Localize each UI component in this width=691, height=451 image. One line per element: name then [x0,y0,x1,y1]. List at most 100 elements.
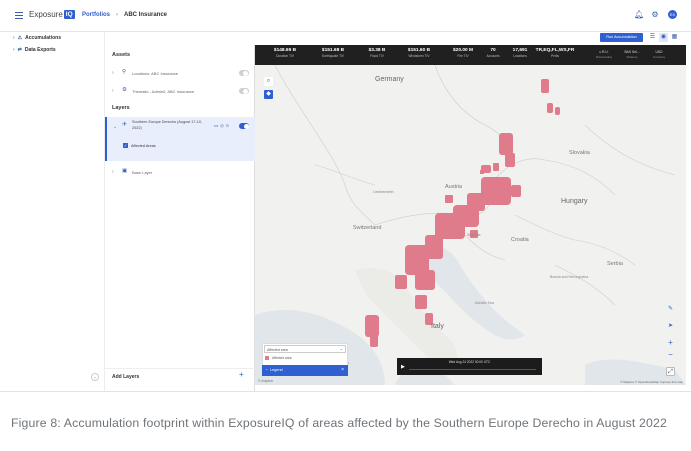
bell-icon[interactable]: 🔔︎ [634,10,644,19]
map-attribution[interactable]: © Mapbox © OpenStreetMap Improve this ma… [620,380,683,384]
stat-label: Perils [551,54,559,58]
label-switzerland: Switzerland [353,225,382,231]
list-view-icon[interactable]: ☰ [648,33,657,42]
selected-layer[interactable]: ⌄ ✈ Southern Europe Derecho (August 17-1… [105,117,255,161]
view-switcher: ☰ ◉ ▦ [648,33,679,42]
layer-controls: ••• ◎ ⊙ [214,123,229,128]
sidebar-item-label: Accumulations [25,35,61,41]
stat-item-small[interactable]: c.R.U. Discounting [589,50,619,59]
chevron-right-icon[interactable]: › [112,70,114,76]
stat-label: Earthquake TIV [321,54,345,58]
pencil-icon[interactable]: ✎ [666,305,675,314]
top-nav: Exposure IQ Portfolios › ABC Insurance 🔔… [0,0,691,32]
sidebar-item-label: Data Exports [24,47,56,53]
search-icon[interactable]: ⌕ [264,77,273,86]
figure-caption: Figure 8: Accumulation footprint within … [11,416,668,430]
legend-bar[interactable]: ⌃ Legend × [262,365,348,376]
menu-icon[interactable] [15,12,23,19]
label-serbia: Serbia [607,261,623,267]
breadcrumb-portfolios[interactable]: Portfolios [82,12,110,18]
label-germany: Germany [375,76,404,83]
label-hungary: Hungary [561,198,588,205]
stat-item-small[interactable]: BAS Sel... Scheme [617,50,647,59]
chevron-up-icon: ⌃ [265,368,269,373]
stat-label: Duration TIV [276,54,294,58]
affected-areas-row[interactable]: ✓ Affected Areas [123,143,156,148]
time-track[interactable] [409,369,536,370]
chevron-down-icon[interactable]: ⌄ [113,124,117,130]
sidebar-item-accumulations[interactable]: › ⚠ Accumulations [13,35,61,41]
stat-label: Windstorm TIV [408,54,430,58]
affected-areas-label: Affected Areas [131,143,156,148]
map-icon: ▣ [122,168,128,174]
stat-item: $151.60 B Windstorm TIV [395,48,443,58]
stat-item: TR,EQ,FL,WS,FR Perils [530,48,580,58]
more-icon[interactable]: ••• [214,123,218,128]
close-icon[interactable]: × [341,365,344,376]
label-croatia: Croatia [511,237,529,243]
stat-value: TR,EQ,FL,WS,FR [535,48,575,53]
label-austria: Austria [445,184,463,190]
collapse-icon[interactable]: ‹ [91,373,99,381]
top-icons: 🔔︎ ⚙ EX [634,10,677,19]
base-layer-row[interactable]: › ▣ Base Layer [105,165,255,179]
play-icon[interactable]: ▶ [401,364,405,370]
stat-item-small[interactable]: USD Currency [645,50,673,59]
breadcrumb-separator: › [116,12,118,18]
add-layers-label[interactable]: Add Layers [112,374,139,380]
stat-value: BAS Sel... [624,50,640,54]
asset-toggle[interactable] [239,70,249,76]
stat-label: Scheme [626,55,638,59]
stat-value: $3.38 B [368,48,386,53]
chevron-right-icon[interactable]: › [112,169,114,175]
legend-bar-label: Legend [270,368,283,372]
asset-label: Thematic - Admin0, ABC Insurance [132,89,195,94]
time-slider[interactable]: Wed Aug 24 2022 00:00 UTC ▶ [397,358,542,375]
run-accumulation-button[interactable]: Run Accumulation [600,33,643,42]
label-bosnia: Bosnia and Herzegovina [550,275,589,279]
map-view[interactable]: Germany Hungary Italy Croatia Switzerlan… [255,65,686,385]
chevron-right-icon: › [13,47,15,53]
label-adriatic: Adriatic Sea [475,301,494,305]
eye-icon[interactable]: ◎ [220,123,224,128]
zoom-out-icon[interactable]: − [666,350,675,359]
avatar[interactable]: EX [668,10,677,19]
add-layer-plus-icon[interactable]: + [239,370,244,379]
stat-value: USD [655,50,663,54]
stat-item: $148.69 B Duration TIV [261,48,309,58]
legend-select[interactable]: Affected area [264,345,346,353]
stat-item: $151.68 B Earthquake TIV [309,48,357,58]
layers-icon[interactable]: ◆ [264,90,273,99]
stat-label: Discounting [596,55,612,59]
app-logo[interactable]: Exposure IQ [29,10,75,19]
globe-view-icon[interactable]: ◉ [659,33,668,42]
label-slovenia: Slovenia [467,233,481,237]
stat-label: Currency [652,55,666,59]
label-italy: Italy [431,323,444,330]
navigate-icon[interactable]: ➤ [666,322,675,331]
asset-toggle[interactable] [239,88,249,94]
chevron-right-icon[interactable]: › [112,88,114,94]
sidebar-item-data-exports[interactable]: › ⇄ Data Exports [13,47,56,53]
table-view-icon[interactable]: ▦ [670,33,679,42]
checkbox-checked[interactable]: ✓ [123,143,128,148]
stat-item: $3.38 B Flood TIV [355,48,399,58]
thematic-icon: ⚙ [122,87,127,93]
legend-item: Affected area [265,356,292,360]
stat-value: c.R.U. [599,50,609,54]
breadcrumb-current: ABC Insurance [124,12,168,18]
fullscreen-icon[interactable]: ⤢ [666,367,675,376]
stat-label: Flood TIV [370,54,384,58]
zoom-in-icon[interactable]: + [666,338,675,347]
asset-label: Locations: ABC Insurance [132,71,179,76]
time-label: Wed Aug 24 2022 00:00 UTC [448,360,491,364]
wind-icon: ✈ [122,122,128,128]
asset-row[interactable]: › ⚙ Thematic - Admin0, ABC Insurance [105,84,255,98]
legend-item-label: Affected area [272,356,292,360]
assets-title: Assets [112,52,131,58]
asset-row[interactable]: › ⚲ Locations: ABC Insurance [105,66,255,80]
layer-toggle[interactable] [239,123,249,129]
clock-icon[interactable]: ⊙ [226,123,229,128]
settings-icon[interactable]: ⚙ [651,10,659,19]
stat-value: $148.69 B [273,48,297,53]
